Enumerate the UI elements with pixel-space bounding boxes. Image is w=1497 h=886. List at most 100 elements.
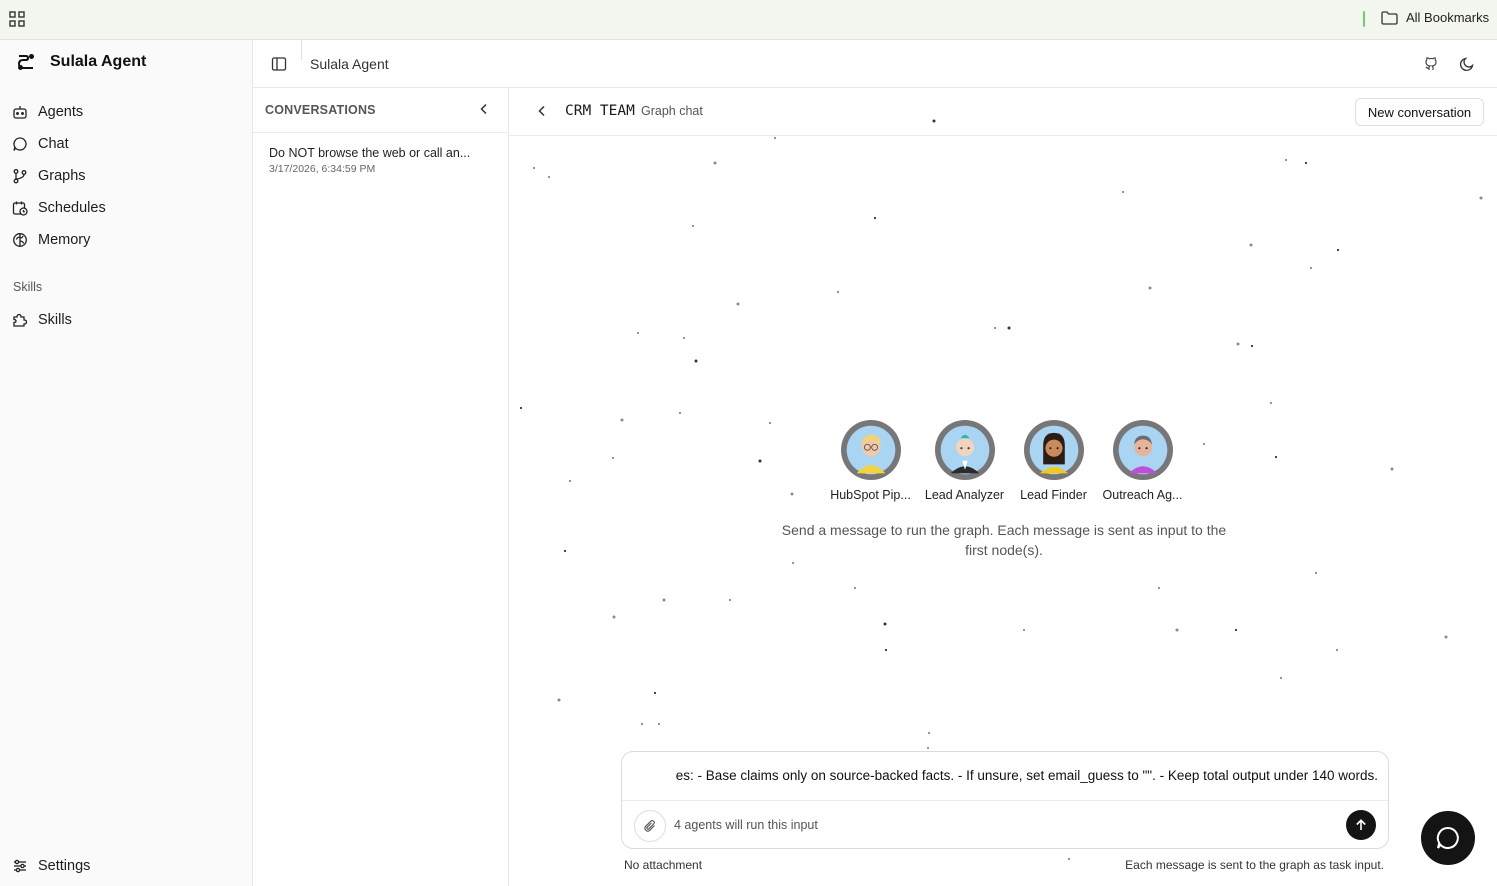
background-dot xyxy=(519,406,523,410)
agent-avatar xyxy=(840,420,901,480)
agent-avatar xyxy=(1023,420,1084,480)
robot-icon xyxy=(13,106,27,119)
background-dot xyxy=(927,731,931,735)
agents-row: HubSpot Pip... Lead Analyzer Lead Finder… xyxy=(825,420,1187,502)
agent-outreach[interactable]: Outreach Ag... xyxy=(1098,420,1187,502)
background-dot xyxy=(1175,628,1179,632)
sidebar-item-label: Skills xyxy=(38,312,72,328)
sidebar-item-memory[interactable]: Memory xyxy=(12,232,90,248)
background-dot xyxy=(736,302,740,306)
agent-name: HubSpot Pip... xyxy=(830,488,911,502)
sidebar-item-chat[interactable]: Chat xyxy=(12,136,69,152)
brand[interactable]: Sulala Agent xyxy=(16,52,146,72)
topbar-divider xyxy=(301,40,302,60)
agent-lead-finder[interactable]: Lead Finder xyxy=(1009,420,1098,502)
moon-icon[interactable] xyxy=(1459,56,1475,72)
attach-button[interactable] xyxy=(634,810,666,842)
background-dot xyxy=(993,326,997,330)
all-bookmarks-button[interactable]: All Bookmarks xyxy=(1381,10,1489,25)
agent-lead-analyzer[interactable]: Lead Analyzer xyxy=(920,420,1009,502)
background-dot xyxy=(773,136,777,140)
skills-section-label: Skills xyxy=(13,280,43,294)
sliders-icon xyxy=(14,859,26,873)
background-dot xyxy=(768,421,772,425)
page-title: Sulala Agent xyxy=(310,56,389,72)
sulala-logo-icon xyxy=(18,54,34,70)
background-dot xyxy=(640,722,644,726)
background-dot xyxy=(836,290,840,294)
agent-avatar xyxy=(934,420,995,480)
background-dot xyxy=(1067,857,1071,861)
back-icon[interactable] xyxy=(535,104,549,118)
sidebar-item-schedules[interactable]: Schedules xyxy=(12,200,106,216)
composer: es: - Base claims only on source-backed … xyxy=(621,751,1389,849)
background-dot xyxy=(1269,401,1273,405)
background-dot xyxy=(1022,628,1026,632)
sidebar-item-label: Settings xyxy=(38,858,91,874)
conversations-panel: CONVERSATIONS Do NOT browse the web or c… xyxy=(253,88,509,886)
sidebar-toggle-icon[interactable] xyxy=(271,56,287,72)
sidebar-item-label: Schedules xyxy=(38,200,106,216)
background-dot xyxy=(568,479,572,483)
graph-hint: Send a message to run the graph. Each me… xyxy=(781,522,1227,558)
sidebar-item-label: Graphs xyxy=(38,168,86,184)
agent-hubspot[interactable]: HubSpot Pip... xyxy=(825,420,916,502)
git-branch-icon xyxy=(13,169,27,184)
bookmarks-bar: All Bookmarks xyxy=(0,0,1497,40)
sidebar-item-graphs[interactable]: Graphs xyxy=(12,168,86,184)
background-dot xyxy=(883,622,887,626)
sidebar-item-skills[interactable]: Skills xyxy=(12,312,72,328)
background-dot xyxy=(563,549,567,553)
task-input-hint: Each message is sent to the graph as tas… xyxy=(1125,858,1384,872)
attachment-status: No attachment xyxy=(624,858,703,872)
apps-grid-icon[interactable] xyxy=(9,11,25,27)
message-input[interactable]: es: - Base claims only on source-backed … xyxy=(622,752,1388,801)
background-dot xyxy=(853,586,857,590)
agent-name: Lead Analyzer xyxy=(924,488,1005,502)
background-dot xyxy=(532,166,536,170)
background-dot xyxy=(1444,635,1448,639)
chat-bubble-icon xyxy=(13,137,27,151)
conversation-title: Do NOT browse the web or call an... xyxy=(269,146,471,160)
chevron-left-icon[interactable] xyxy=(477,102,491,116)
background-dot xyxy=(678,411,682,415)
background-dot xyxy=(713,161,717,165)
background-dot xyxy=(1304,161,1308,165)
graph-subtitle: Graph chat xyxy=(641,104,703,118)
background-dot xyxy=(1249,243,1253,247)
run-hint: 4 agents will run this input xyxy=(674,818,818,832)
github-icon[interactable] xyxy=(1423,56,1439,72)
background-dot xyxy=(1250,344,1254,348)
conversations-title: CONVERSATIONS xyxy=(265,103,376,117)
background-dot xyxy=(1007,326,1011,330)
brain-icon xyxy=(13,233,27,247)
background-dot xyxy=(1148,286,1152,290)
background-dot xyxy=(1284,158,1288,162)
background-dot xyxy=(873,216,877,220)
background-dot xyxy=(557,698,561,702)
chat-fab-button[interactable] xyxy=(1421,811,1475,865)
sidebar-item-agents[interactable]: Agents xyxy=(12,104,83,120)
calendar-clock-icon xyxy=(12,201,28,216)
new-conversation-button[interactable]: New conversation xyxy=(1355,98,1484,126)
sidebar-item-settings[interactable]: Settings xyxy=(12,858,90,874)
all-bookmarks-label: All Bookmarks xyxy=(1406,10,1490,25)
agent-avatar xyxy=(1112,420,1173,480)
background-dot xyxy=(1335,648,1339,652)
background-dot xyxy=(758,459,762,463)
send-button[interactable] xyxy=(1346,810,1376,840)
background-dot xyxy=(1236,342,1240,346)
sidebar: Sulala Agent Agents Chat Graphs Schedule… xyxy=(0,40,253,886)
background-dot xyxy=(1202,442,1206,446)
conversation-item[interactable]: Do NOT browse the web or call an... 3/17… xyxy=(269,146,479,175)
background-dot xyxy=(1314,571,1318,575)
graph-name: CRM TEAM xyxy=(565,103,635,119)
background-dot xyxy=(1390,467,1394,471)
background-dot xyxy=(691,224,695,228)
background-dot xyxy=(1336,248,1340,252)
paperclip-icon xyxy=(644,819,655,832)
sidebar-item-label: Chat xyxy=(38,136,69,152)
background-dot xyxy=(547,175,551,179)
background-dot xyxy=(662,598,666,602)
message-input-value: es: - Base claims only on source-backed … xyxy=(675,768,1378,783)
